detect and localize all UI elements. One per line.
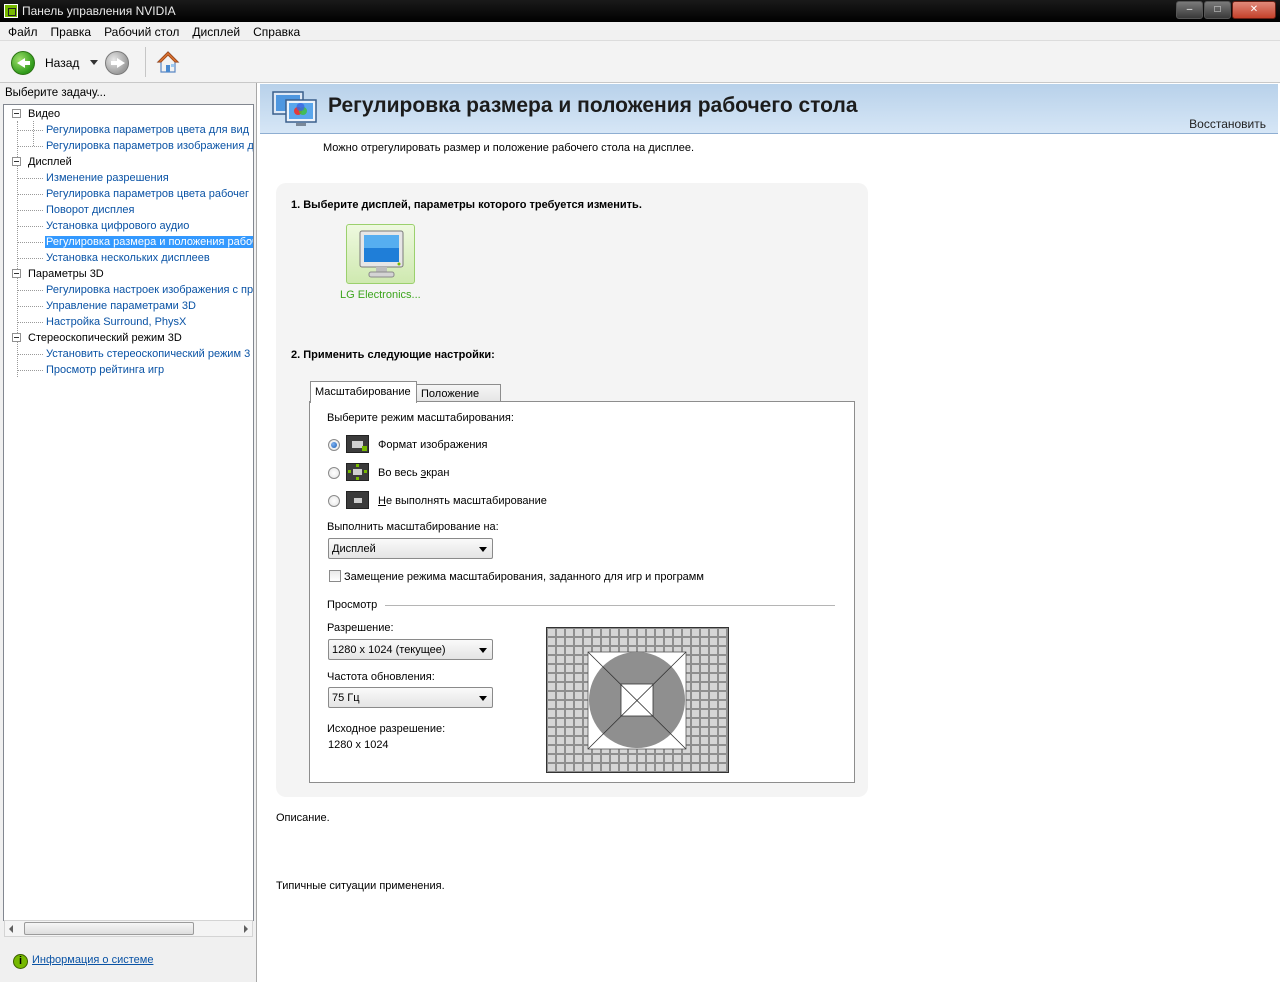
- info-icon: [13, 954, 28, 969]
- menu-bar: Файл Правка Рабочий стол Дисплей Справка: [0, 22, 1280, 41]
- minimize-button[interactable]: –: [1176, 1, 1203, 19]
- menu-desktop[interactable]: Рабочий стол: [98, 22, 186, 40]
- display-selector-tile[interactable]: [346, 224, 415, 284]
- collapse-icon[interactable]: [12, 333, 21, 342]
- close-button[interactable]: ✕: [1232, 1, 1276, 19]
- option-no-scaling[interactable]: Не выполнять масштабирование: [378, 495, 547, 507]
- refresh-rate-label: Частота обновления:: [327, 671, 435, 683]
- title-bar: Панель управления NVIDIA – □ ✕: [0, 0, 1280, 22]
- tree-category-label: Стереоскопический режим 3D: [28, 332, 182, 344]
- menu-edit[interactable]: Правка: [45, 22, 99, 40]
- menu-file[interactable]: Файл: [2, 22, 45, 40]
- preview-divider: [385, 605, 835, 606]
- back-arrow-icon[interactable]: [11, 51, 35, 75]
- refresh-rate-select[interactable]: 75 Гц: [328, 687, 493, 708]
- radio-aspect-ratio[interactable]: [328, 439, 340, 451]
- option-full-screen[interactable]: Во весь экран: [378, 467, 449, 479]
- maximize-button[interactable]: □: [1204, 1, 1231, 19]
- resolution-label: Разрешение:: [327, 622, 394, 634]
- test-pattern-graphic: [547, 628, 728, 772]
- description-label: Описание.: [276, 812, 330, 824]
- radio-no-scaling[interactable]: [328, 495, 340, 507]
- tree-guide-line: [33, 121, 34, 146]
- menu-help[interactable]: Справка: [247, 22, 307, 40]
- tab-scaling[interactable]: Масштабирование: [310, 381, 417, 403]
- scaling-tab-panel: Выберите режим масштабирования: Формат и…: [309, 401, 855, 783]
- tree-item-label[interactable]: Регулировка параметров цвета рабочег: [45, 188, 250, 200]
- task-panel: Выберите задачу... Видео Регулировка пар…: [0, 83, 257, 982]
- tree-item-label[interactable]: Установка цифрового аудио: [45, 220, 190, 232]
- page-title: Регулировка размера и положения рабочего…: [328, 94, 858, 117]
- scaling-mode-label: Выберите режим масштабирования:: [327, 412, 514, 424]
- toolbar-separator: [145, 47, 146, 77]
- tree-item-label[interactable]: Поворот дисплея: [45, 204, 135, 216]
- task-tree[interactable]: Видео Регулировка параметров цвета для в…: [3, 104, 254, 921]
- display-name-label[interactable]: LG Electronics...: [340, 289, 421, 301]
- step1-heading: 1. Выберите дисплей, параметры которого …: [291, 199, 642, 211]
- tree-item-label[interactable]: Регулировка параметров цвета для вид: [45, 124, 250, 136]
- no-scaling-icon: [346, 491, 369, 509]
- tree-item-label[interactable]: Установить стереоскопический режим 3: [45, 348, 251, 360]
- system-info-link[interactable]: Информация о системе: [32, 954, 153, 966]
- tree-item-label[interactable]: Регулировка настроек изображения с пр: [45, 284, 253, 296]
- home-icon[interactable]: [156, 50, 180, 74]
- restore-defaults-link[interactable]: Восстановить: [1189, 117, 1266, 131]
- monitor-icon: [359, 230, 404, 278]
- back-history-dropdown-icon[interactable]: [90, 60, 98, 65]
- tree-item-label[interactable]: Регулировка параметров изображения д: [45, 140, 253, 152]
- resolution-select[interactable]: 1280 x 1024 (текущее): [328, 639, 493, 660]
- main-content: Регулировка размера и положения рабочего…: [258, 83, 1280, 982]
- forward-arrow-icon[interactable]: [105, 51, 129, 75]
- tree-category-label: Видео: [28, 108, 61, 120]
- tree-item-label[interactable]: Управление параметрами 3D: [45, 300, 197, 312]
- desktop-display-icon: [272, 91, 317, 126]
- toolbar: Назад: [0, 41, 1280, 83]
- collapse-icon[interactable]: [12, 157, 21, 166]
- scrollbar-thumb[interactable]: [24, 922, 194, 935]
- window-controls: – □ ✕: [1175, 1, 1276, 19]
- back-button[interactable]: Назад: [45, 56, 79, 70]
- native-resolution-label: Исходное разрешение:: [327, 723, 446, 735]
- native-resolution-value: 1280 x 1024: [328, 739, 389, 751]
- scroll-right-icon[interactable]: [244, 925, 248, 933]
- radio-full-screen[interactable]: [328, 467, 340, 479]
- page-header: Регулировка размера и положения рабочего…: [260, 84, 1278, 134]
- scaling-preview-image: [546, 627, 729, 773]
- settings-area: 1. Выберите дисплей, параметры которого …: [276, 183, 868, 797]
- perform-scaling-on-label: Выполнить масштабирование на:: [327, 521, 499, 533]
- override-scaling-checkbox[interactable]: [329, 570, 341, 582]
- tree-item-label[interactable]: Регулировка размера и положения рабоч: [45, 236, 253, 248]
- option-aspect-ratio[interactable]: Формат изображения: [378, 439, 488, 451]
- tree-horizontal-scrollbar[interactable]: [4, 920, 253, 937]
- page-description: Можно отрегулировать размер и положение …: [323, 142, 695, 154]
- override-scaling-label[interactable]: Замещение режима масштабирования, заданн…: [344, 571, 704, 583]
- collapse-icon[interactable]: [12, 109, 21, 118]
- collapse-icon[interactable]: [12, 269, 21, 278]
- menu-display[interactable]: Дисплей: [186, 22, 247, 40]
- tree-item-label[interactable]: Просмотр рейтинга игр: [45, 364, 165, 376]
- full-screen-icon: [346, 463, 369, 481]
- nvidia-app-icon[interactable]: [4, 4, 18, 18]
- aspect-ratio-icon: [346, 435, 369, 453]
- step2-heading: 2. Применить следующие настройки:: [291, 349, 495, 361]
- tree-category-label: Параметры 3D: [28, 268, 104, 280]
- typical-usage-label: Типичные ситуации применения.: [276, 880, 445, 892]
- perform-scaling-on-select[interactable]: Дисплей: [328, 538, 493, 559]
- tree-item-label[interactable]: Установка нескольких дисплеев: [45, 252, 211, 264]
- scroll-left-icon[interactable]: [9, 925, 13, 933]
- tree-item-label[interactable]: Изменение разрешения: [45, 172, 170, 184]
- tree-item-label[interactable]: Настройка Surround, PhysX: [45, 316, 187, 328]
- preview-section-label: Просмотр: [327, 599, 378, 611]
- tree-category-label: Дисплей: [28, 156, 72, 168]
- window-title: Панель управления NVIDIA: [22, 4, 176, 18]
- task-select-label: Выберите задачу...: [5, 87, 107, 99]
